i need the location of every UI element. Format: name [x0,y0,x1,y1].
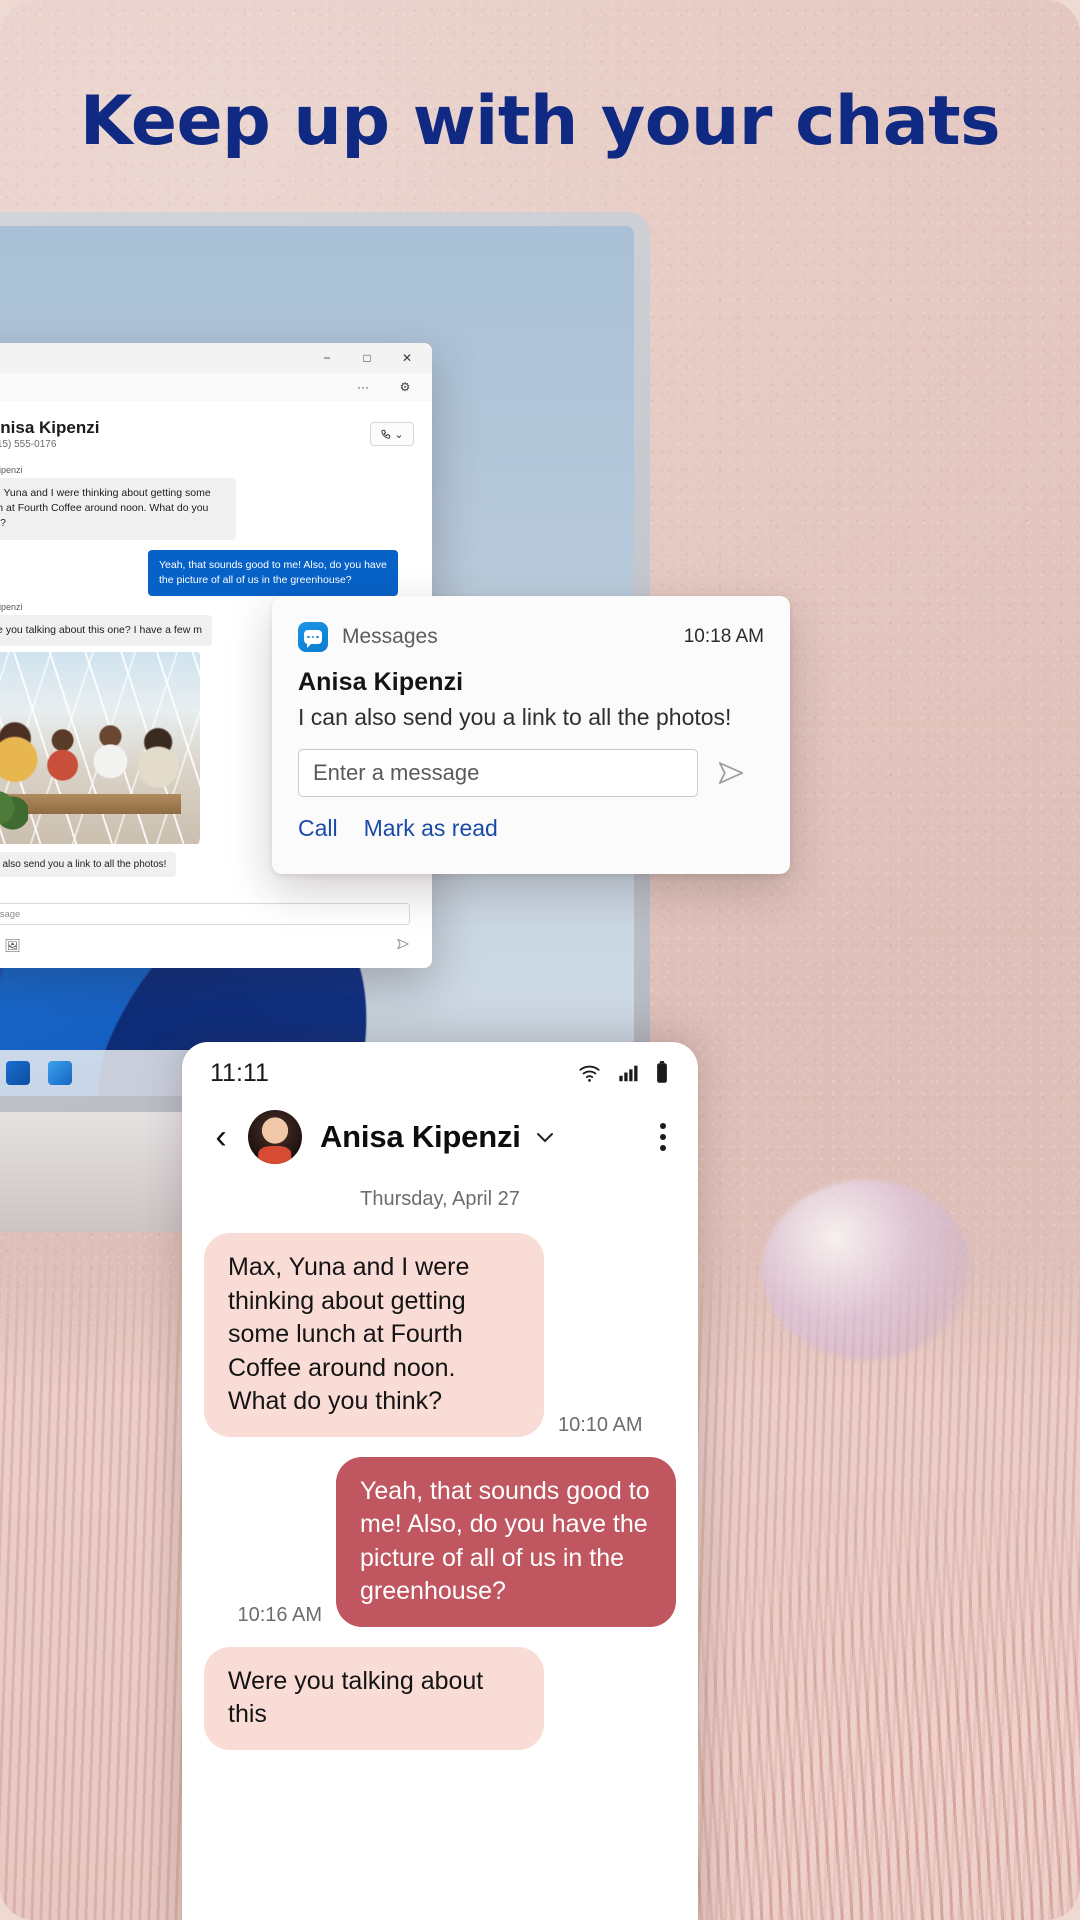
battery-icon [657,1061,667,1083]
window-subbar: ··· ⚙ [0,373,432,401]
notification-app-name: Messages [342,625,438,648]
phone-icon [381,429,391,439]
message-bubble-incoming: I can also send you a link to all the ph… [0,852,177,878]
message-bubble-incoming: Max, Yuna and I were thinking about gett… [204,1233,544,1437]
reply-input[interactable]: Enter a message [298,749,698,797]
status-time: 11:11 [210,1058,269,1087]
phone-message-list: Thursday, April 27 Max, Yuna and I were … [182,1188,698,1750]
signal-icon [619,1065,638,1082]
status-icons [576,1060,670,1086]
send-icon[interactable] [396,937,410,954]
contact-name: Anisa Kipenzi [320,1119,521,1154]
maximize-icon[interactable]: □ [348,344,386,372]
image-icon[interactable]: 🖼 [4,938,21,954]
page-title: Keep up with your chats [79,82,1001,161]
call-chevron-icon: ⌄ [394,428,404,441]
mark-as-read-action-link[interactable]: Mark as read [364,815,498,842]
back-chevron-icon[interactable]: ‹ [204,1118,238,1157]
message-row: Max, Yuna and I were thinking about gett… [204,1233,676,1437]
message-bubble-incoming: Max, Yuna and I were thinking about gett… [0,478,236,540]
pc-conversation-header: Anisa Kipenzi (415) 555-0176 ⌄ [0,401,432,461]
notification-sender: Anisa Kipenzi [298,668,464,696]
call-action-link[interactable]: Call [298,815,338,842]
notification-actions: Call Mark as read [298,815,764,842]
glass-orb-prop [762,1180,972,1360]
taskbar-icon-phone-link[interactable] [48,1061,72,1085]
message-timestamp: 10:16 AM [237,1603,322,1626]
message-row: Were you talking about this [204,1646,676,1750]
message-bubble-outgoing: Yeah, that sounds good to me! Also, do y… [148,549,398,597]
message-row: 10:16 AM Yeah, that sounds good to me! A… [204,1456,676,1627]
avatar[interactable] [248,1110,302,1164]
message-photo-attachment[interactable] [0,652,200,845]
message-sender: Anisa Kipenzi [0,465,23,475]
phone-conversation-header: ‹ Anisa Kipenzi [182,1104,698,1184]
taskbar-icon-store[interactable] [6,1061,30,1085]
phone-device[interactable]: 11:11 ‹ Anisa Kipenzi Thursday, April 27… [182,1042,698,1920]
message-bubble-outgoing: Yeah, that sounds good to me! Also, do y… [336,1456,676,1627]
message-bubble-incoming: Were you talking about this [204,1646,544,1750]
notification-timestamp: 10:18 AM [683,626,764,647]
contact-name: Anisa Kipenzi [0,418,100,437]
message-timestamp: 10:10 AM [558,1413,643,1436]
message-row-incoming: Max, Yuna and I were thinking about gett… [0,478,412,540]
close-icon[interactable]: ✕ [388,344,426,372]
notification-toast[interactable]: Messages 10:18 AM Anisa Kipenzi I can al… [272,596,790,874]
date-divider: Thursday, April 27 [360,1188,520,1210]
chevron-down-icon[interactable] [533,1125,557,1149]
send-message-input[interactable]: Send a message [0,903,410,925]
notification-header: Messages 10:18 AM [298,622,764,652]
send-icon[interactable] [698,758,764,788]
message-bubble-incoming: Were you talking about this one? I have … [0,615,212,647]
pc-compose-area: Send a message ☺ GIF 🖼 [0,903,432,968]
more-options-icon[interactable]: ··· [344,373,382,401]
phone-status-bar: 11:11 [182,1042,698,1104]
notification-reply-row: Enter a message [298,749,764,797]
window-titlebar: − □ ✕ [0,343,432,373]
call-button[interactable]: ⌄ [370,422,414,446]
poster-root: Keep up with your chats − □ ✕ ··· ⚙ nisa… [0,0,1080,1920]
messages-app-icon [298,622,328,652]
kebab-menu-icon[interactable] [654,1117,672,1157]
compose-toolbar: ☺ GIF 🖼 [0,937,410,954]
gear-icon[interactable]: ⚙ [386,373,424,401]
minimize-icon[interactable]: − [308,344,346,372]
notification-message-text: I can also send you a link to all the ph… [298,704,732,730]
wifi-icon [579,1065,600,1082]
contact-phone: (415) 555-0176 [0,439,57,450]
